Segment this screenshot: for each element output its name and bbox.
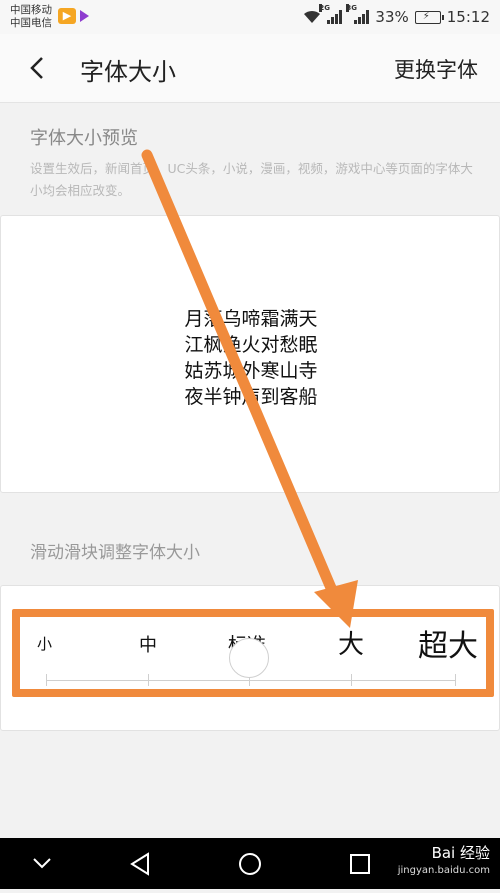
carrier-2: 中国电信 bbox=[10, 17, 52, 29]
signal-icon-2: 3G bbox=[346, 4, 370, 24]
change-font-button[interactable]: 更换字体 bbox=[394, 54, 478, 84]
home-circle-icon bbox=[239, 853, 261, 875]
nav-recents-button[interactable] bbox=[330, 838, 390, 889]
back-button[interactable] bbox=[24, 50, 54, 86]
poem-line: 江枫渔火对愁眠 bbox=[184, 334, 318, 356]
battery-percent: 33% bbox=[375, 8, 409, 26]
slider-section-title: 滑动滑块调整字体大小 bbox=[30, 543, 200, 563]
poem-line: 夜半钟声到客船 bbox=[184, 386, 318, 408]
back-triangle-icon bbox=[130, 852, 149, 876]
preview-card: 月落乌啼霜满天 江枫渔火对愁眠 姑苏城外寒山寺 夜半钟声到客船 bbox=[0, 215, 500, 493]
status-indicators: 2G 3G 33% ⚡ 15:12 bbox=[303, 4, 490, 26]
nav-hide-button[interactable] bbox=[12, 838, 72, 889]
watermark-url: jingyan.baidu.com bbox=[397, 865, 490, 876]
nav-back-button[interactable] bbox=[110, 838, 170, 889]
recent-square-icon bbox=[350, 854, 370, 874]
watermark: Bai 经验 jingyan.baidu.com bbox=[398, 844, 490, 880]
battery-icon: ⚡ bbox=[414, 10, 444, 24]
carrier-1: 中国移动 bbox=[10, 4, 52, 16]
clock: 15:12 bbox=[446, 8, 490, 26]
notification-icons: ▶ bbox=[58, 8, 89, 24]
wifi-icon bbox=[304, 10, 321, 23]
video-app-icon: ▶ bbox=[58, 8, 76, 24]
poem-line: 月落乌啼霜满天 bbox=[184, 308, 318, 330]
preview-section-title: 字体大小预览 bbox=[30, 128, 138, 149]
poem-line: 姑苏城外寒山寺 bbox=[184, 360, 318, 382]
page-title: 字体大小 bbox=[80, 58, 176, 86]
media-app-icon bbox=[80, 10, 89, 22]
watermark-brand: Bai 经验 bbox=[431, 844, 490, 862]
chevron-down-icon bbox=[33, 858, 51, 869]
poem-preview: 月落乌啼霜满天 江枫渔火对愁眠 姑苏城外寒山寺 夜半钟声到客船 bbox=[1, 306, 500, 410]
status-bar: 中国移动 中国电信 ▶ 2G 3G 33% ⚡ 15:12 bbox=[0, 0, 500, 34]
chevron-left-icon bbox=[30, 57, 43, 79]
network-type-1: 2G bbox=[319, 4, 331, 12]
app-header: 字体大小 更换字体 bbox=[0, 34, 500, 103]
annotation-highlight-box bbox=[12, 609, 494, 697]
signal-icon-1: 2G bbox=[319, 4, 343, 24]
network-type-2: 3G bbox=[346, 4, 358, 12]
carrier-info: 中国移动 中国电信 bbox=[10, 4, 52, 30]
preview-description: 设置生效后，新闻首页，UC头条，小说，漫画，视频，游戏中心等页面的字体大小均会相… bbox=[30, 161, 473, 198]
system-nav-bar: Bai 经验 jingyan.baidu.com bbox=[0, 838, 500, 889]
nav-home-button[interactable] bbox=[220, 838, 280, 889]
